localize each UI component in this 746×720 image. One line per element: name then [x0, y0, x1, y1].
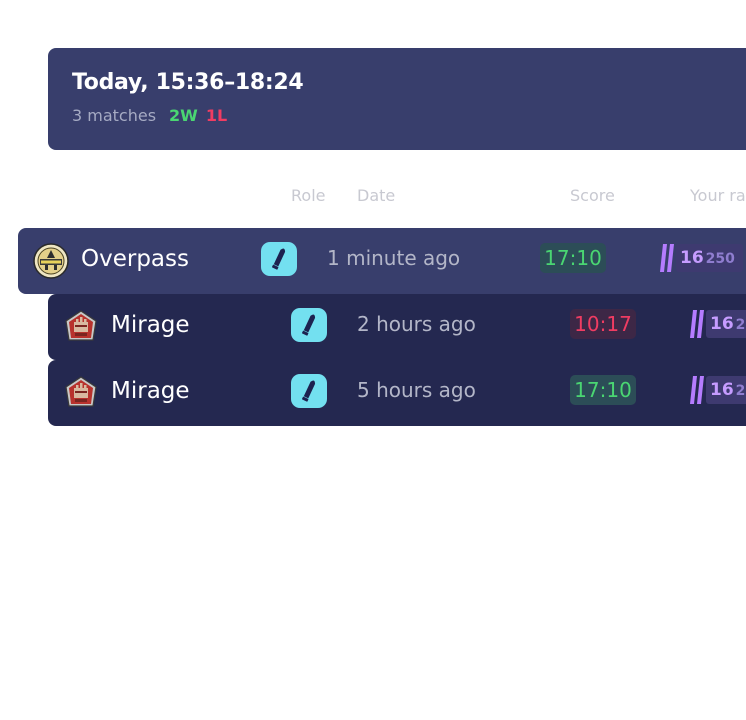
match-date: 5 hours ago [357, 378, 476, 402]
rating-display: 16 250 [690, 309, 746, 339]
session-losses: 1L [205, 106, 228, 125]
session-meta: 3 matches 2W 1L [72, 106, 227, 125]
rating-main: 16 [680, 248, 704, 268]
rating-value: 16 250 [706, 376, 746, 404]
bullet-icon [302, 314, 316, 336]
map-name: Overpass [81, 246, 189, 272]
match-score: 17:10 [570, 375, 636, 405]
column-header-score: Score [570, 186, 615, 205]
role-badge [291, 308, 327, 342]
match-row-content: Mirage 2 hours ago 10:17 16 250 [48, 294, 746, 360]
rating-sub: 250 [705, 251, 735, 267]
rating-main: 16 [710, 314, 734, 334]
rating-rank-icon [690, 376, 704, 404]
match-score: 17:10 [540, 243, 606, 273]
rating-main: 16 [710, 380, 734, 400]
match-row[interactable]: Mirage 2 hours ago 10:17 16 250 [48, 294, 746, 360]
match-row-content: Overpass 1 minute ago 17:10 16 250 [18, 228, 746, 294]
session-wins: 2W [169, 106, 198, 125]
bullet-icon [272, 248, 286, 270]
role-badge [261, 242, 297, 276]
match-row-content: Mirage 5 hours ago 17:10 16 250 [48, 360, 746, 426]
rating-display: 16 250 [690, 375, 746, 405]
rating-value: 16 250 [706, 310, 746, 338]
session-summary-card[interactable]: Today, 15:36–18:24 3 matches 2W 1L [48, 48, 746, 150]
rating-value: 16 250 [676, 244, 743, 272]
column-header-role: Role [291, 186, 326, 205]
role-badge [291, 374, 327, 408]
map-name: Mirage [111, 312, 190, 338]
match-row[interactable]: Overpass 1 minute ago 17:10 16 250 [18, 228, 746, 294]
session-title: Today, 15:36–18:24 [72, 70, 304, 95]
rating-display: 16 250 + [660, 243, 746, 273]
bullet-icon [302, 380, 316, 402]
rating-rank-icon [660, 244, 674, 272]
match-row[interactable]: Mirage 5 hours ago 17:10 16 250 [48, 360, 746, 426]
rating-rank-icon [690, 310, 704, 338]
match-date: 2 hours ago [357, 312, 476, 336]
match-date: 1 minute ago [327, 246, 461, 270]
column-header-date: Date [357, 186, 396, 205]
mirage-map-icon [63, 375, 99, 411]
rating-sub: 250 [735, 383, 746, 399]
map-name: Mirage [111, 378, 190, 404]
column-header-rating: Your ra [690, 186, 746, 205]
session-match-count: 3 matches [72, 106, 157, 125]
match-history-page: Today, 15:36–18:24 3 matches 2W 1L Role … [0, 0, 746, 720]
rating-sub: 250 [735, 317, 746, 333]
mirage-map-icon [63, 309, 99, 345]
overpass-map-icon [33, 243, 69, 279]
match-score: 10:17 [570, 309, 636, 339]
